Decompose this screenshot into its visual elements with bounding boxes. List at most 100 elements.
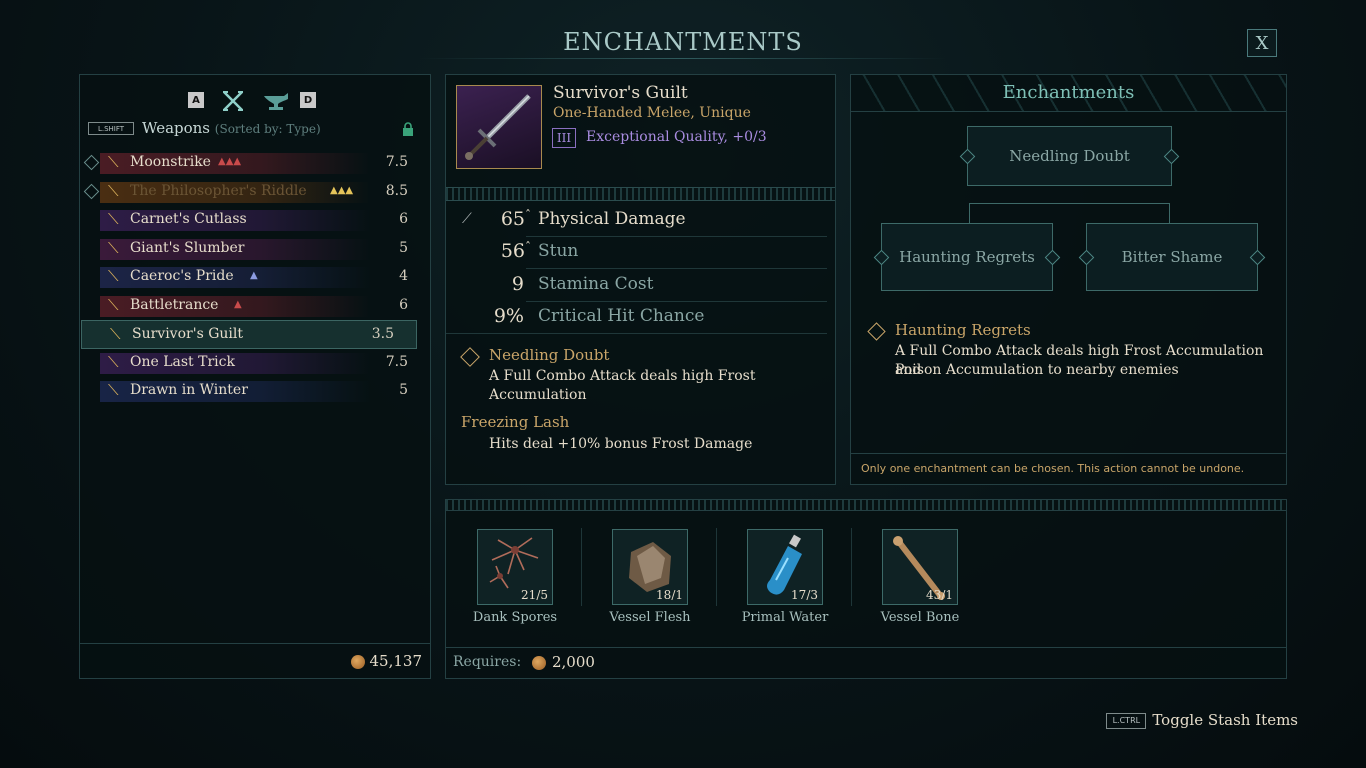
weapon-row[interactable]: ⟍ One Last Trick 7.5 (80, 349, 430, 378)
enchantment-icon (460, 347, 480, 367)
enchantment-node-current[interactable]: Needling Doubt (959, 126, 1180, 186)
enchantment-option-bitter-shame[interactable]: Bitter Shame (1078, 223, 1266, 291)
weapon-row[interactable]: ⟍ Survivor's Guilt 3.5 (81, 320, 417, 349)
weapon-icon: ⟍ (108, 295, 119, 314)
weapon-row[interactable]: ⟍ Giant's Slumber 5 (80, 235, 430, 264)
enchantment-option-haunting-regrets[interactable]: Haunting Regrets (873, 223, 1061, 291)
coin-icon (350, 655, 365, 669)
requires-label: Requires: (453, 654, 522, 670)
weapon-icon: ⟍ (108, 267, 119, 285)
weapon-row[interactable]: ⟍ Carnet's Cutlass 6 (80, 206, 430, 235)
sort-label[interactable]: (Sorted by: Type) (215, 122, 321, 136)
weapons-section-label: Weapons (142, 119, 211, 137)
ctrl-key: L.CTRL (1106, 713, 1147, 729)
weapon-list: ⟍ Moonstrike ▲▲▲ 7.5 ⟍ The Philosopher's Ridd… (80, 149, 430, 406)
weapon-name: Drawn in Winter (130, 382, 248, 398)
weapon-weight: 6 (399, 296, 408, 313)
enchantments-header: Enchantments (851, 75, 1286, 112)
weapon-row[interactable]: ⟍ Caeroc's Pride ▲ 4 (80, 263, 430, 292)
weapon-icon: ⟍ (110, 325, 121, 343)
material-dank-spores[interactable]: 21/5 (477, 529, 553, 605)
rarity-pips: ▲ (250, 270, 258, 281)
materials-panel: 21/5 Dank Spores 18/1 Vessel Flesh 17/3 … (445, 499, 1287, 679)
weapon-name: The Philosopher's Riddle (130, 182, 307, 199)
quality-text: Exceptional Quality, +0/3 (586, 129, 767, 145)
stat-stamina-cost: 9 Stamina Cost (446, 273, 835, 303)
weapons-category-icon[interactable] (220, 90, 246, 112)
weapon-name: Giant's Slumber (130, 239, 245, 256)
weapon-row[interactable]: ⟍ The Philosopher's Riddle ▲▲▲ 8.5 (80, 178, 430, 207)
stat-upgrade-mark: ˆ (525, 240, 531, 254)
weapon-list-panel: A D L.SHIFT Weapons (Sorted by: Type) ⟍ M… (79, 74, 431, 679)
selected-enchantment-name: Haunting Regrets (895, 321, 1031, 339)
enchantable-diamond-icon (83, 183, 100, 199)
trait-name: Freezing Lash (461, 413, 570, 431)
stat-label: Stamina Cost (538, 274, 654, 294)
current-enchantment-name: Needling Doubt (489, 346, 610, 364)
weapon-row[interactable]: ⟍ Moonstrike ▲▲▲ 7.5 (80, 149, 430, 178)
weapon-weight: 7.5 (385, 154, 408, 170)
stat-value: 65 (500, 208, 525, 230)
material-vessel-bone[interactable]: 43/1 (882, 529, 958, 605)
close-button[interactable]: X (1247, 29, 1277, 57)
weapon-name: Survivor's Guilt (132, 326, 243, 342)
weapon-icon: ⟍ (108, 153, 119, 171)
enchantment-warning: Only one enchantment can be chosen. This… (851, 453, 1286, 484)
material-name: Vessel Flesh (609, 610, 691, 625)
anvil-category-icon[interactable] (262, 90, 288, 112)
sword-stat-icon: ⟋ (462, 211, 472, 227)
gold-amount: 45,137 (369, 652, 423, 670)
lock-icon[interactable] (402, 121, 414, 136)
section-divider (446, 187, 835, 201)
prev-category-key[interactable]: A (188, 92, 204, 108)
weapon-weight: 6 (399, 211, 408, 227)
stat-value: 9 (511, 273, 524, 295)
stat-critical-hit-chance: 9% Critical Hit Chance (446, 305, 835, 335)
stat-label: Critical Hit Chance (538, 306, 705, 326)
stat-value: 9% (493, 305, 524, 327)
toggle-stash-label: Toggle Stash Items (1152, 711, 1298, 729)
item-type: One-Handed Melee, Unique (553, 105, 751, 121)
requires-gold: 2,000 (552, 653, 595, 671)
weapon-icon: ⟍ (108, 181, 119, 200)
item-portrait (456, 85, 542, 169)
next-category-key[interactable]: D (300, 92, 316, 108)
gold-row: 45,137 (80, 643, 430, 678)
weapon-row[interactable]: ⟍ Battletrance ▲ 6 (80, 292, 430, 321)
weapon-weight: 3.5 (371, 326, 394, 342)
material-name: Vessel Bone (880, 610, 960, 625)
page-title: ENCHANTMENTS (563, 28, 803, 56)
weapon-name: Battletrance (130, 296, 219, 313)
weapon-icon: ⟍ (108, 352, 119, 371)
stat-stun: 56ˆ Stun (446, 240, 835, 270)
node-label: Needling Doubt (1009, 147, 1130, 165)
sort-shift-key[interactable]: L.SHIFT (88, 122, 134, 135)
material-count: 18/1 (656, 588, 683, 602)
rarity-pips: ▲▲▲ (330, 184, 354, 196)
stat-label: Physical Damage (538, 209, 686, 229)
category-tabs: A D (80, 90, 430, 114)
material-vessel-flesh[interactable]: 18/1 (612, 529, 688, 605)
tree-connector (969, 203, 1169, 204)
stat-label: Stun (538, 241, 579, 261)
weapon-weight: 4 (399, 268, 408, 284)
item-details-panel: Survivor's Guilt One-Handed Melee, Uniqu… (445, 74, 836, 485)
enchantable-diamond-icon (83, 154, 100, 171)
material-count: 43/1 (926, 588, 953, 602)
weapon-weight: 5 (399, 239, 408, 256)
material-primal-water[interactable]: 17/3 (747, 529, 823, 605)
enchantments-title: Enchantments (1002, 82, 1135, 103)
weapon-name: Carnet's Cutlass (130, 211, 247, 227)
selected-enchantment-icon (867, 322, 886, 341)
toggle-stash-hint[interactable]: L.CTRL Toggle Stash Items (1106, 711, 1298, 729)
requirement-row: Requires: 2,000 (446, 647, 1286, 678)
weapon-weight: 5 (399, 382, 408, 398)
node-label: Bitter Shame (1121, 248, 1223, 266)
weapon-weight: 7.5 (385, 353, 408, 370)
material-name: Primal Water (741, 610, 829, 625)
weapon-icon: ⟍ (108, 238, 119, 257)
current-enchantment-desc-line1: A Full Combo Attack deals high Frost (489, 368, 756, 384)
item-name: Survivor's Guilt (553, 83, 688, 103)
rarity-pips: ▲ (234, 298, 242, 310)
weapon-row[interactable]: ⟍ Drawn in Winter 5 (80, 377, 430, 406)
